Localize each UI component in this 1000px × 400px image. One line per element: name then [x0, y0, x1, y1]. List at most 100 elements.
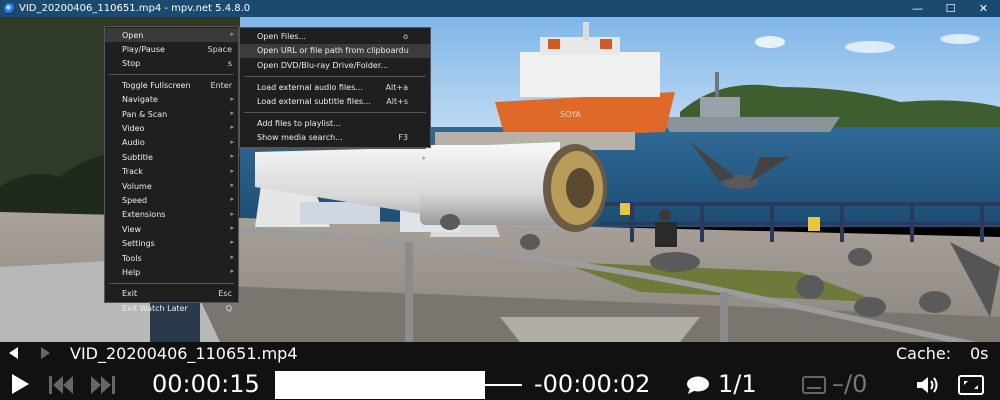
menu-item-speed[interactable]: Speed ▸ [105, 193, 238, 207]
play-icon[interactable] [10, 373, 30, 395]
chevron-right-icon: ▸ [230, 137, 234, 146]
minimize-button[interactable]: — [901, 0, 934, 17]
menu-item-label: Open [122, 30, 144, 40]
audio-icon[interactable] [686, 375, 710, 395]
submenu-item-open-files[interactable]: Open Files... o [240, 29, 430, 44]
menu-item-extensions[interactable]: Extensions ▸ [105, 208, 238, 222]
menu-item-label: Load external subtitle files... [257, 97, 371, 107]
submenu-item-media-search[interactable]: Show media search... F3 [240, 131, 430, 146]
menu-shortcut: F3 [398, 133, 408, 143]
menu-item-label: Exit Watch Later [122, 303, 188, 313]
chevron-right-icon: ▸ [230, 209, 234, 218]
menu-shortcut: s [227, 59, 232, 69]
menu-item-label: Help [122, 267, 141, 277]
menu-item-audio[interactable]: Audio ▸ [105, 136, 238, 150]
menu-item-label: Load external audio files... [257, 82, 363, 92]
close-button[interactable]: ✕ [967, 0, 1000, 17]
menu-item-settings[interactable]: Settings ▸ [105, 236, 238, 250]
submenu-item-load-audio[interactable]: Load external audio files... Alt+a [240, 80, 430, 95]
menu-item-label: Recent [257, 154, 285, 164]
menu-item-exit[interactable]: Exit Esc [105, 287, 238, 301]
subtitle-icon[interactable] [802, 376, 826, 394]
chevron-right-icon: ▸ [230, 94, 234, 103]
svg-text:SOYA: SOYA [560, 110, 581, 119]
subtitle-track-count[interactable]: –/0 [832, 370, 867, 398]
menu-item-label: View [122, 224, 141, 234]
menu-item-label: Exit [122, 289, 138, 299]
remaining-time[interactable]: -00:00:02 [534, 370, 650, 398]
menu-item-label: Extensions [122, 210, 166, 220]
menu-item-label: Audio [122, 138, 145, 148]
menu-item-label: Pan & Scan [122, 109, 168, 119]
osc-filename[interactable]: VID_20200406_110651.mp4 [70, 344, 298, 363]
chevron-right-icon: ▸ [230, 195, 234, 204]
menu-item-volume[interactable]: Volume ▸ [105, 179, 238, 193]
next-file-icon[interactable] [40, 346, 52, 360]
seek-bar[interactable] [275, 371, 522, 399]
chevron-right-icon: ▸ [422, 154, 426, 163]
seek-fill [275, 371, 485, 399]
audio-track-count[interactable]: 1/1 [718, 370, 757, 398]
chevron-right-icon: ▸ [230, 30, 234, 38]
menu-item-navigate[interactable]: Navigate ▸ [105, 93, 238, 107]
menu-shortcut: Space [207, 45, 232, 55]
volume-icon[interactable] [915, 375, 943, 395]
menu-item-label: Open DVD/Blu-ray Drive/Folder... [257, 60, 389, 70]
menu-item-label: Play/Pause [122, 45, 165, 55]
menu-item-label: Open Files... [257, 31, 307, 41]
menu-item-label: Add files to playlist... [257, 118, 341, 128]
menu-item-open[interactable]: Open ▸ [105, 28, 238, 43]
maximize-button[interactable]: ☐ [934, 0, 967, 17]
fullscreen-icon[interactable] [958, 375, 984, 395]
menu-separator [244, 111, 426, 113]
skip-back-icon[interactable] [48, 375, 74, 395]
menu-item-stop[interactable]: Stop s [105, 57, 238, 71]
menu-item-toggle-fullscreen[interactable]: Toggle Fullscreen Enter [105, 78, 238, 92]
context-menu: Open ▸ Play/Pause Space Stop s Toggle Fulls… [104, 26, 239, 313]
menu-item-track[interactable]: Track ▸ [105, 165, 238, 179]
menu-item-tools[interactable]: Tools ▸ [105, 251, 238, 265]
submenu-item-open-url[interactable]: Open URL or file path from clipboard u [240, 43, 430, 59]
menu-item-label: Video [122, 124, 145, 134]
chevron-right-icon: ▸ [230, 252, 234, 261]
chevron-right-icon: ▸ [230, 166, 234, 175]
menu-item-label: Subtitle [122, 152, 153, 162]
menu-separator [244, 148, 426, 150]
menu-separator [109, 282, 234, 284]
menu-item-play-pause[interactable]: Play/Pause Space [105, 42, 238, 56]
menu-item-subtitle[interactable]: Subtitle ▸ [105, 150, 238, 164]
open-submenu: Open Files... o Open URL or file path fro… [239, 27, 431, 164]
chevron-right-icon: ▸ [230, 152, 234, 161]
menu-item-label: Toggle Fullscreen [122, 80, 191, 90]
menu-separator [244, 75, 426, 77]
cache-value: 0s [970, 344, 989, 363]
chevron-right-icon: ▸ [230, 123, 234, 132]
menu-shortcut: Q [225, 303, 232, 313]
menu-item-label: Stop [122, 59, 141, 69]
menu-item-view[interactable]: View ▸ [105, 222, 238, 236]
submenu-item-add-to-playlist[interactable]: Add files to playlist... [240, 116, 430, 131]
chevron-right-icon: ▸ [230, 224, 234, 233]
menu-item-pan-scan[interactable]: Pan & Scan ▸ [105, 107, 238, 121]
menu-item-exit-watch-later[interactable]: Exit Watch Later Q [105, 301, 238, 315]
menu-item-label: Settings [122, 239, 155, 249]
submenu-item-load-subtitle[interactable]: Load external subtitle files... Alt+s [240, 94, 430, 109]
menu-item-label: Volume [122, 181, 152, 191]
chevron-right-icon: ▸ [230, 180, 234, 189]
menu-shortcut: o [403, 31, 408, 41]
elapsed-time[interactable]: 00:00:15 [152, 370, 260, 398]
submenu-item-open-dvd[interactable]: Open DVD/Blu-ray Drive/Folder... [240, 58, 430, 73]
skip-forward-icon[interactable] [90, 375, 116, 395]
menu-item-help[interactable]: Help ▸ [105, 265, 238, 279]
chevron-right-icon: ▸ [230, 267, 234, 276]
menu-shortcut: u [403, 46, 409, 56]
title-bar: VID_20200406_110651.mp4 - mpv.net 5.4.8.… [0, 0, 1000, 17]
menu-shortcut: Alt+s [386, 97, 408, 107]
menu-shortcut: Enter [210, 80, 232, 90]
menu-item-label: Show media search... [257, 133, 343, 143]
cache-label: Cache: [896, 344, 952, 363]
submenu-item-recent[interactable]: Recent ▸ [240, 152, 430, 167]
menu-item-label: Track [122, 167, 143, 177]
menu-item-video[interactable]: Video ▸ [105, 121, 238, 135]
prev-file-icon[interactable] [7, 346, 19, 360]
